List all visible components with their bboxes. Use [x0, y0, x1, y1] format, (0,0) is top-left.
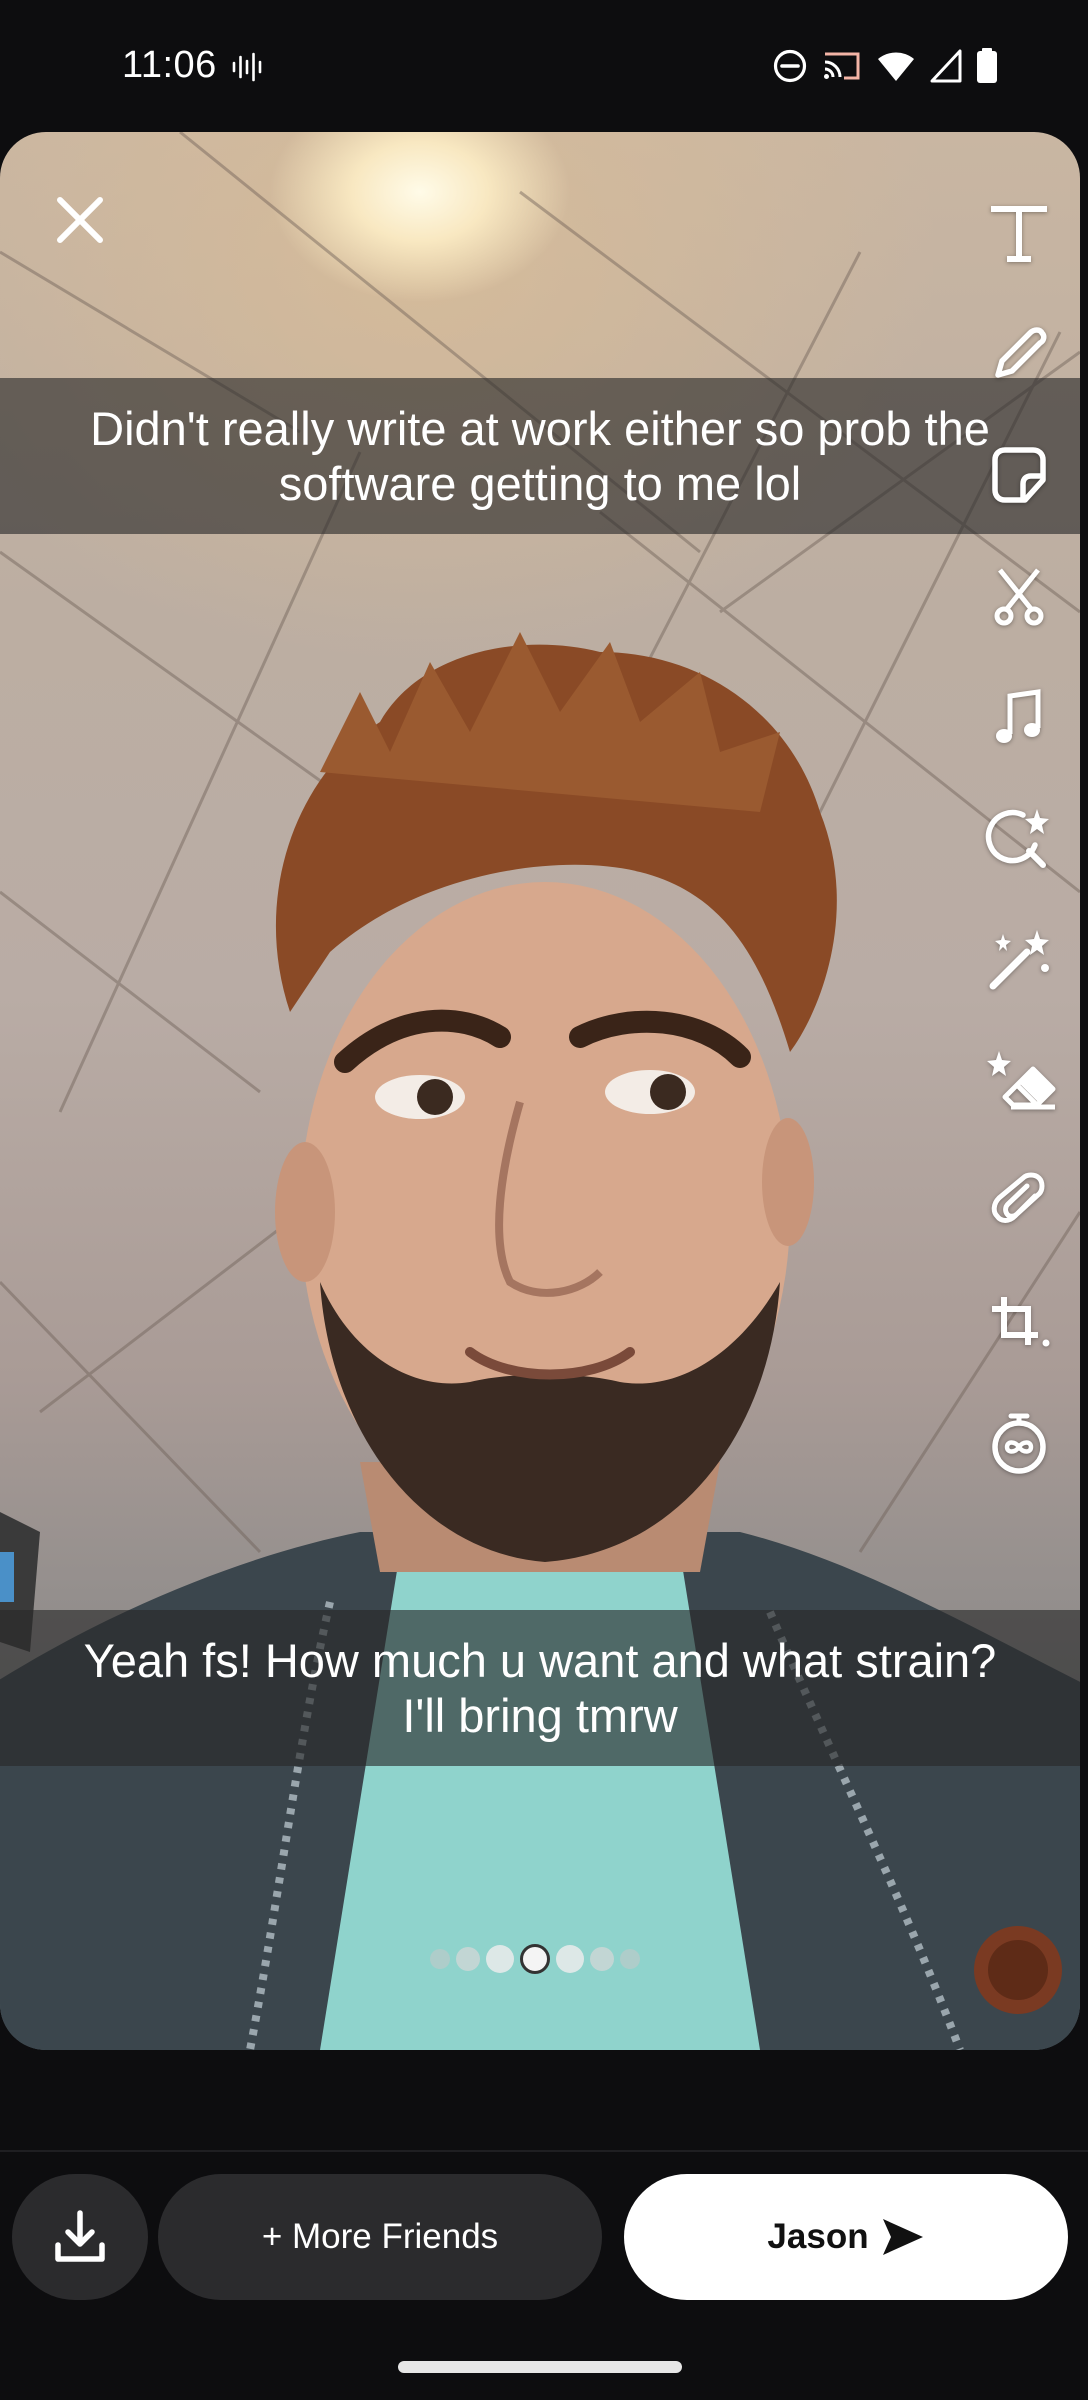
more-friends-label: + More Friends [261, 2217, 499, 2256]
cell-signal-icon [930, 49, 962, 83]
close-button[interactable] [40, 180, 120, 260]
page-dot-active [520, 1944, 550, 1974]
music-note-icon [996, 688, 1041, 743]
attachment-tool-button[interactable] [974, 1140, 1064, 1261]
caption-bottom[interactable]: Yeah fs! How much u want and what strain… [0, 1610, 1080, 1766]
page-dot [430, 1949, 450, 1969]
send-to-jason-button[interactable]: Jason [624, 2174, 1068, 2300]
sticker-icon [992, 446, 1046, 503]
music-tool-button[interactable] [974, 656, 1064, 777]
snap-preview[interactable]: Didn't really write at work either so pr… [0, 132, 1080, 2050]
magic-eraser-icon [987, 1050, 1056, 1109]
battery-icon [977, 48, 997, 83]
paperclip-icon [991, 1172, 1045, 1223]
crop-tool-button[interactable] [974, 1261, 1064, 1382]
scissors-icon [994, 567, 1044, 625]
scissors-tool-button[interactable] [974, 535, 1064, 656]
text-tool-button[interactable] [974, 172, 1064, 293]
timer-tool-button[interactable] [974, 1382, 1064, 1503]
status-time: 11:06 [122, 44, 217, 86]
draw-tool-button[interactable] [974, 293, 1064, 414]
page-dot [556, 1945, 584, 1973]
magic-wand-icon [989, 929, 1049, 989]
close-icon [57, 197, 103, 243]
page-dot [456, 1947, 480, 1971]
status-bar: 11:06 [0, 0, 1088, 132]
caption-top-line-2: software getting to me lol [278, 457, 802, 510]
magic-tool-button[interactable] [974, 898, 1064, 1019]
more-friends-button[interactable]: + More Friends [158, 2174, 602, 2300]
do-not-disturb-icon [773, 49, 807, 83]
home-indicator[interactable] [398, 2361, 682, 2373]
caption-top-line-1: Didn't really write at work either so pr… [90, 402, 990, 455]
pencil-icon [995, 326, 1047, 378]
caption-bottom-line-1: Yeah fs! How much u want and what strain… [83, 1634, 997, 1687]
editing-toolbar [974, 172, 1064, 1503]
page-indicator [430, 1944, 640, 1974]
page-dot [620, 1949, 640, 1969]
status-icons [772, 44, 998, 88]
caption-top[interactable]: Didn't really write at work either so pr… [0, 378, 1080, 534]
timer-icon [992, 1413, 1046, 1474]
lens-search-icon [985, 808, 1049, 868]
send-arrow-icon [882, 2219, 923, 2255]
text-icon [991, 205, 1047, 262]
page-dot [590, 1947, 614, 1971]
wifi-icon [878, 52, 914, 81]
sticker-tool-button[interactable] [974, 414, 1064, 535]
lens-tool-button[interactable] [974, 777, 1064, 898]
voice-waveform-icon [232, 52, 262, 82]
crop-icon [992, 1296, 1050, 1346]
download-button[interactable] [12, 2174, 148, 2300]
download-icon [55, 2210, 105, 2262]
send-recipient-label: Jason [767, 2217, 869, 2256]
page-dot [486, 1945, 514, 1973]
cast-icon [824, 52, 860, 80]
eraser-tool-button[interactable] [974, 1019, 1064, 1140]
caption-bottom-line-2: I'll bring tmrw [402, 1689, 678, 1742]
bottom-divider [0, 2150, 1088, 2152]
